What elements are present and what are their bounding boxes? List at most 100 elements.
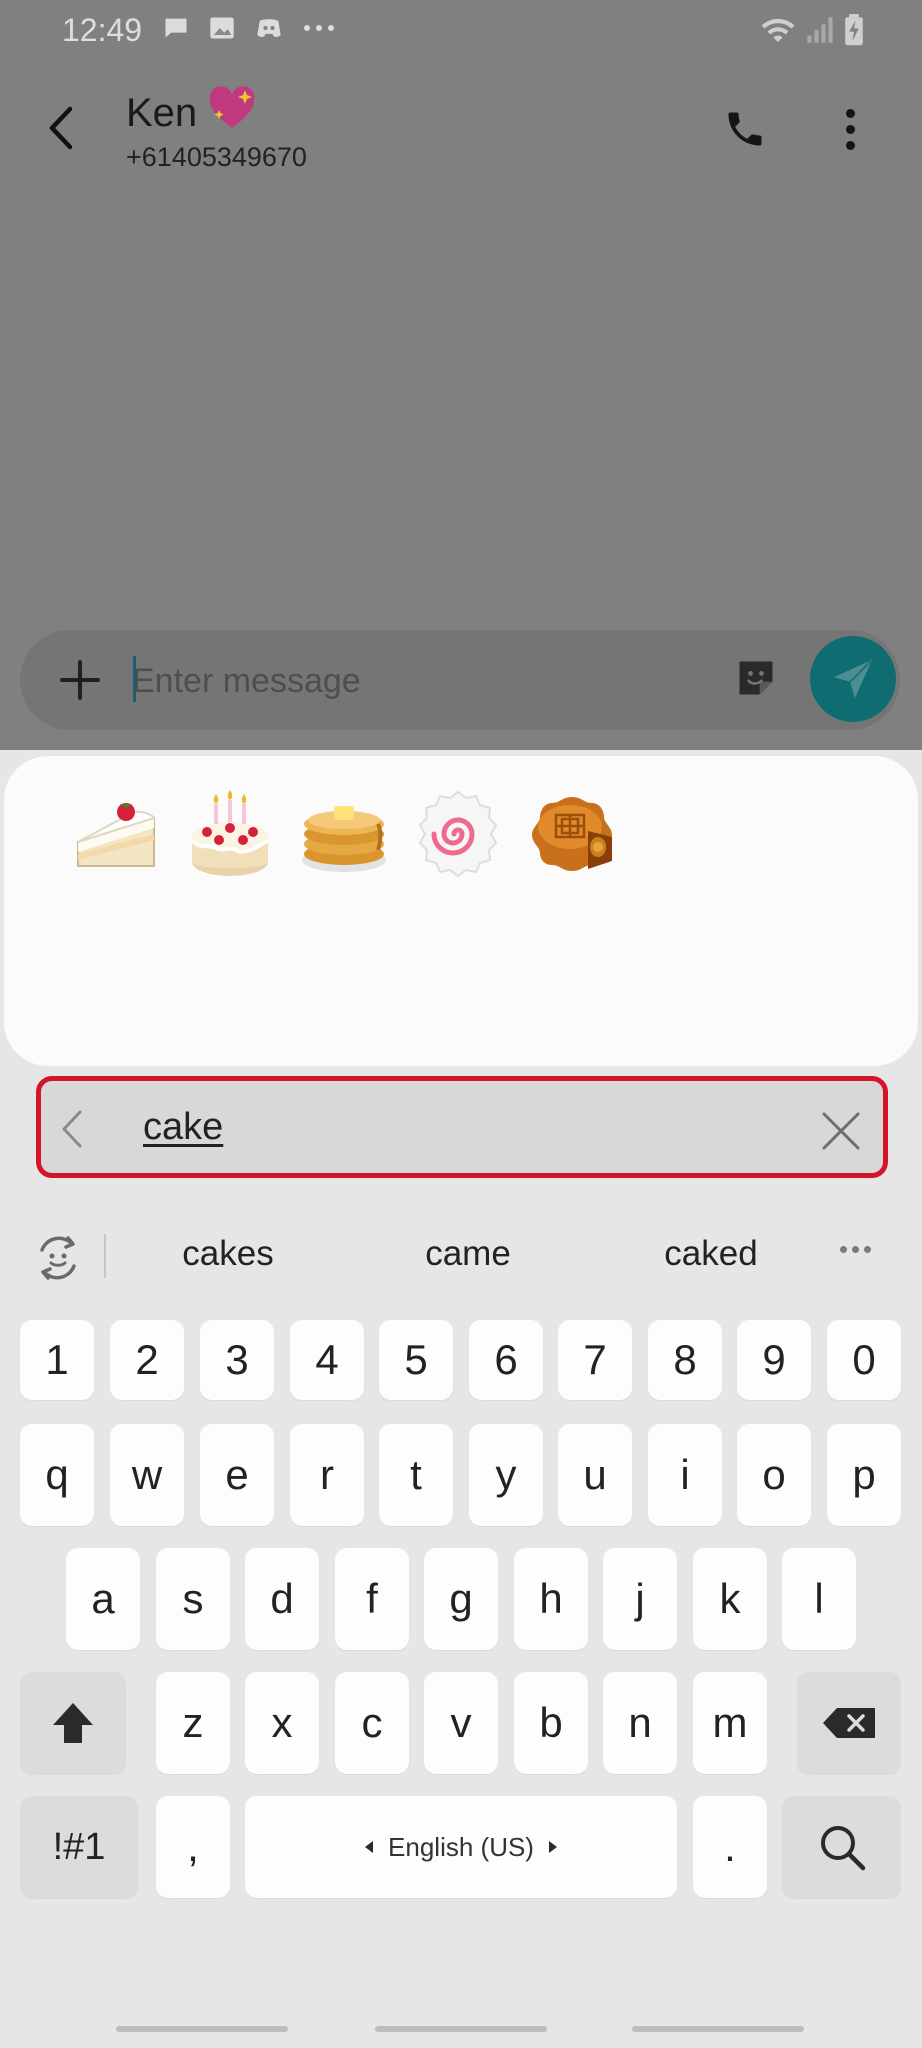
key-f[interactable]: f bbox=[335, 1548, 409, 1650]
key-1[interactable]: 1 bbox=[20, 1320, 94, 1400]
key-q[interactable]: q bbox=[20, 1424, 94, 1526]
key-4[interactable]: 4 bbox=[290, 1320, 364, 1400]
sticker-button[interactable] bbox=[730, 652, 782, 704]
discord-icon bbox=[257, 19, 281, 37]
suggestion-divider bbox=[104, 1234, 106, 1278]
key-c[interactable]: c bbox=[335, 1672, 409, 1774]
key-9[interactable]: 9 bbox=[737, 1320, 811, 1400]
key-j[interactable]: j bbox=[603, 1548, 677, 1650]
search-icon bbox=[820, 1826, 865, 1871]
space-key[interactable]: English (US) bbox=[245, 1796, 677, 1898]
key-v[interactable]: v bbox=[424, 1672, 498, 1774]
nav-gesture-hint bbox=[116, 2026, 288, 2032]
wifi-icon bbox=[761, 18, 795, 42]
clear-search-button[interactable] bbox=[818, 1108, 864, 1154]
period-key[interactable]: . bbox=[693, 1796, 767, 1898]
key-3[interactable]: 3 bbox=[200, 1320, 274, 1400]
battery-charging-icon bbox=[845, 14, 863, 46]
search-back-button[interactable] bbox=[52, 1104, 92, 1154]
key-h[interactable]: h bbox=[514, 1548, 588, 1650]
backspace-key[interactable] bbox=[797, 1672, 901, 1774]
chevron-left-icon bbox=[49, 106, 73, 150]
key-6[interactable]: 6 bbox=[469, 1320, 543, 1400]
key-d[interactable]: d bbox=[245, 1548, 319, 1650]
key-7[interactable]: 7 bbox=[558, 1320, 632, 1400]
key-t[interactable]: t bbox=[379, 1424, 453, 1526]
key-y[interactable]: y bbox=[469, 1424, 543, 1526]
key-2[interactable]: 2 bbox=[110, 1320, 184, 1400]
more-options-button[interactable] bbox=[830, 100, 870, 158]
system-status-icons bbox=[760, 14, 864, 46]
message-input[interactable] bbox=[132, 654, 712, 708]
language-text: English (US) bbox=[388, 1831, 534, 1862]
fish-cake-icon[interactable] bbox=[412, 788, 504, 880]
suggestion-word[interactable]: caked bbox=[611, 1234, 811, 1274]
notification-icons bbox=[162, 14, 336, 42]
triangle-left-icon bbox=[365, 1841, 374, 1853]
text-cursor bbox=[133, 656, 136, 702]
key-0[interactable]: 0 bbox=[827, 1320, 901, 1400]
key-o[interactable]: o bbox=[737, 1424, 811, 1526]
send-button[interactable] bbox=[810, 636, 896, 722]
key-b[interactable]: b bbox=[514, 1672, 588, 1774]
status-time: 12:49 bbox=[62, 12, 143, 48]
key-k[interactable]: k bbox=[693, 1548, 767, 1650]
key-s[interactable]: s bbox=[156, 1548, 230, 1650]
key-w[interactable]: w bbox=[110, 1424, 184, 1526]
key-z[interactable]: z bbox=[156, 1672, 230, 1774]
key-r[interactable]: r bbox=[290, 1424, 364, 1526]
contact-name: Ken bbox=[126, 86, 257, 140]
more-dots-icon bbox=[304, 25, 334, 31]
comma-key[interactable]: , bbox=[156, 1796, 230, 1898]
emoji-results bbox=[70, 788, 618, 880]
birthday-cake-icon[interactable] bbox=[184, 788, 276, 880]
key-g[interactable]: g bbox=[424, 1548, 498, 1650]
backspace-icon bbox=[823, 1708, 875, 1738]
phone-icon bbox=[728, 112, 762, 146]
more-dot bbox=[852, 1246, 859, 1253]
key-e[interactable]: e bbox=[200, 1424, 274, 1526]
key-m[interactable]: m bbox=[693, 1672, 767, 1774]
key-5[interactable]: 5 bbox=[379, 1320, 453, 1400]
key-8[interactable]: 8 bbox=[648, 1320, 722, 1400]
sticker-icon bbox=[739, 661, 773, 695]
close-icon bbox=[822, 1112, 860, 1150]
search-key[interactable] bbox=[782, 1796, 901, 1898]
key-n[interactable]: n bbox=[603, 1672, 677, 1774]
key-u[interactable]: u bbox=[558, 1424, 632, 1526]
pancakes-icon[interactable] bbox=[298, 788, 390, 880]
expression-toggle-button[interactable] bbox=[30, 1230, 86, 1286]
key-p[interactable]: p bbox=[827, 1424, 901, 1526]
more-suggestions-button[interactable] bbox=[840, 1246, 871, 1253]
symbols-key[interactable]: !#1 bbox=[20, 1796, 138, 1898]
more-dot bbox=[845, 108, 855, 118]
key-i[interactable]: i bbox=[648, 1424, 722, 1526]
signal-icon bbox=[807, 17, 833, 43]
status-bar: 12:49 bbox=[0, 0, 922, 66]
emoji-search-query[interactable]: cake bbox=[143, 1106, 223, 1149]
send-icon bbox=[833, 659, 873, 699]
triangle-right-icon bbox=[548, 1841, 557, 1853]
more-dot bbox=[845, 140, 855, 150]
emoji-refresh-icon bbox=[40, 1236, 76, 1280]
suggestion-word[interactable]: cakes bbox=[128, 1234, 328, 1274]
nav-gesture-hint bbox=[375, 2026, 547, 2032]
shift-arrow-icon bbox=[53, 1703, 93, 1743]
add-attachment-button[interactable] bbox=[54, 652, 106, 708]
suggestion-word[interactable]: came bbox=[368, 1234, 568, 1274]
nav-gesture-hint bbox=[632, 2026, 804, 2032]
back-button[interactable] bbox=[36, 100, 86, 156]
shortcake-icon[interactable] bbox=[70, 788, 162, 880]
chevron-left-icon bbox=[62, 1110, 82, 1148]
contact-number: +61405349670 bbox=[126, 142, 307, 172]
key-l[interactable]: l bbox=[782, 1548, 856, 1650]
contact-name-text: Ken bbox=[126, 90, 198, 135]
call-button[interactable] bbox=[716, 100, 774, 158]
key-x[interactable]: x bbox=[245, 1672, 319, 1774]
key-a[interactable]: a bbox=[66, 1548, 140, 1650]
image-icon bbox=[210, 17, 234, 39]
chat-bubble-icon bbox=[165, 18, 187, 38]
moon-cake-icon[interactable] bbox=[526, 788, 618, 880]
shift-key[interactable] bbox=[20, 1672, 126, 1774]
more-dot bbox=[840, 1246, 847, 1253]
